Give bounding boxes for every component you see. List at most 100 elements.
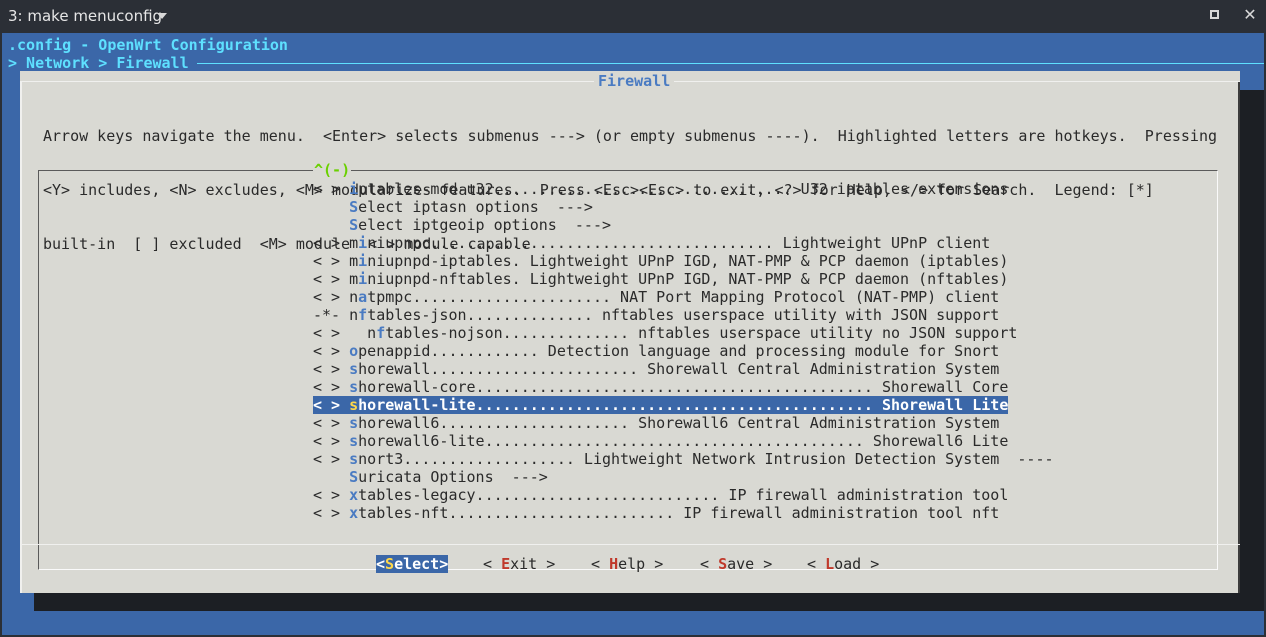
menu-item-label: tpmpc...................... NAT Port Map… [367, 288, 1000, 306]
menu-item[interactable]: Suricata Options ---> [313, 468, 1054, 486]
menu-item[interactable]: < > iptables-mod-u32....................… [313, 180, 1054, 198]
menu-item[interactable]: < > miniupnpd-iptables. Lightweight UPnP… [313, 252, 1054, 270]
menu-item-label: horewall....................... Shorewal… [358, 360, 1000, 378]
menu-item[interactable]: -*- nftables-json.............. nftables… [313, 306, 1054, 324]
menu-item-prefix: < > [313, 396, 350, 414]
menu-item[interactable]: Select iptgeoip options ---> [313, 216, 1054, 234]
menu-item-hotkey: S [349, 468, 359, 486]
menu-item-prefix [313, 468, 349, 486]
button-bracket: > [537, 555, 556, 573]
menu-item-prefix: < > [313, 378, 350, 396]
menu-item-hotkey: i [358, 270, 368, 288]
menu-item-label: niupnpc.................................… [367, 234, 991, 252]
menu-item[interactable]: < > miniupnpc...........................… [313, 234, 1054, 252]
menu-item[interactable]: < > snort3................... Lightweigh… [313, 450, 1054, 468]
header-divider [197, 63, 1264, 64]
button-hotkey: S [385, 555, 395, 573]
menu-item[interactable]: < > shorewall-lite......................… [313, 396, 1009, 414]
button-hotkey: E [501, 555, 511, 573]
menu-item[interactable]: < > miniupnpd-nftables. Lightweight UPnP… [313, 270, 1054, 288]
menu-item[interactable]: Select iptasn options ---> [313, 198, 1054, 216]
menu-item-label: tables-legacy...........................… [358, 486, 1009, 504]
exit-button[interactable]: < Exit > [483, 555, 555, 573]
menu-item-hotkey: o [349, 342, 359, 360]
menu-item-hotkey: s [349, 360, 359, 378]
chevron-down-icon[interactable] [157, 13, 167, 19]
menu-item-label: nort3................... Lightweight Net… [358, 450, 1054, 468]
button-separator [20, 544, 1240, 545]
menu-item-hotkey: s [349, 414, 359, 432]
menu-item-hotkey: f [358, 306, 368, 324]
menu-item-label: ptables-mod-u32.........................… [358, 180, 1009, 198]
button-label: ave [727, 555, 755, 573]
menu-item-label: tables-nft......................... IP f… [358, 504, 1000, 522]
menu-item-label: niupnpd-iptables. Lightweight UPnP IGD, … [367, 252, 1009, 270]
menu-item-prefix: < > m [313, 234, 359, 252]
help-line: Arrow keys navigate the menu. <Enter> se… [43, 127, 1217, 145]
menu-item-prefix: < > [313, 450, 350, 468]
button-bracket: < [376, 555, 386, 573]
button-label: xit [510, 555, 538, 573]
button-label: elp [618, 555, 646, 573]
button-bracket: < [483, 555, 502, 573]
menu-item-prefix: -*- n [313, 306, 359, 324]
menu-item-hotkey: x [349, 486, 359, 504]
menu-item-prefix: < > n [313, 324, 377, 342]
menu-item-hotkey: s [349, 396, 359, 414]
maximize-icon[interactable] [1210, 10, 1219, 19]
menu-item[interactable]: < > shorewall6..................... Shor… [313, 414, 1054, 432]
terminal-area: .config - OpenWrt Configuration > Networ… [2, 33, 1264, 635]
load-button[interactable]: < Load > [807, 555, 879, 573]
menu-item-prefix: < > [313, 486, 350, 504]
menu-item-label: niupnpd-nftables. Lightweight UPnP IGD, … [367, 270, 1009, 288]
menu-item-prefix: < > m [313, 270, 359, 288]
menu-item[interactable]: < > natpmpc...................... NAT Po… [313, 288, 1054, 306]
menu-item[interactable]: < > xtables-legacy......................… [313, 486, 1054, 504]
menu-item[interactable]: < > xtables-nft.........................… [313, 504, 1054, 522]
button-hotkey: H [609, 555, 619, 573]
menu-item[interactable]: < > shorewall-core......................… [313, 378, 1054, 396]
window-titlebar: 3: make menuconfig ✕ [0, 0, 1266, 32]
button-bar: <Select> < Exit > < Help > < Save > < Load > [20, 555, 1240, 575]
button-bracket: > [754, 555, 773, 573]
menu-item-label: elect iptasn options ---> [358, 198, 593, 216]
menu-item[interactable]: < > shorewall....................... Sho… [313, 360, 1054, 378]
menu-list: < > i ptables-mod-u32....................… [313, 180, 1054, 522]
menu-item-hotkey: i [358, 252, 368, 270]
menu-item-prefix: < > [313, 342, 350, 360]
menu-item[interactable]: < > openappid............ Detection lang… [313, 342, 1054, 360]
close-icon[interactable]: ✕ [1240, 5, 1260, 25]
menu-item[interactable]: < > shorewall6-lite.....................… [313, 432, 1054, 450]
help-button[interactable]: < Help > [591, 555, 663, 573]
menu-item-prefix: < > m [313, 252, 359, 270]
menu-item-prefix: < > [313, 360, 350, 378]
menu-item-hotkey: f [376, 324, 386, 342]
button-bracket: < [807, 555, 826, 573]
menu-item-hotkey: S [349, 198, 359, 216]
save-button[interactable]: < Save > [700, 555, 772, 573]
menu-item-hotkey: a [358, 288, 368, 306]
menu-item-hotkey: i [358, 234, 368, 252]
window-title: 3: make menuconfig [8, 7, 163, 25]
menu-item-hotkey: s [349, 378, 359, 396]
menu-item-prefix: < > [313, 180, 350, 198]
config-title: .config - OpenWrt Configuration [8, 36, 288, 54]
menu-dialog: Firewall Arrow keys navigate the menu. <… [20, 71, 1240, 593]
menu-item-label: penappid............ Detection language … [358, 342, 1000, 360]
menu-item-prefix: < > [313, 504, 350, 522]
button-bracket: < [591, 555, 610, 573]
menu-item-label: horewall-core...........................… [358, 378, 1009, 396]
select-button[interactable]: <Select> [376, 555, 449, 573]
menu-item-hotkey: s [349, 432, 359, 450]
menu-item-hotkey: S [349, 216, 359, 234]
button-hotkey: S [718, 555, 728, 573]
menu-item-prefix: < > n [313, 288, 359, 306]
menu-item-hotkey: s [349, 450, 359, 468]
menu-item-label: tables-json.............. nftables users… [367, 306, 1000, 324]
menu-item-label: horewall-lite...........................… [358, 396, 1009, 414]
scroll-up-indicator[interactable]: ^(-) [313, 161, 352, 179]
button-bracket: > [861, 555, 880, 573]
dialog-title: Firewall [594, 72, 675, 90]
button-bracket: > [439, 555, 449, 573]
menu-item[interactable]: < > nftables-nojson.............. nftabl… [313, 324, 1054, 342]
